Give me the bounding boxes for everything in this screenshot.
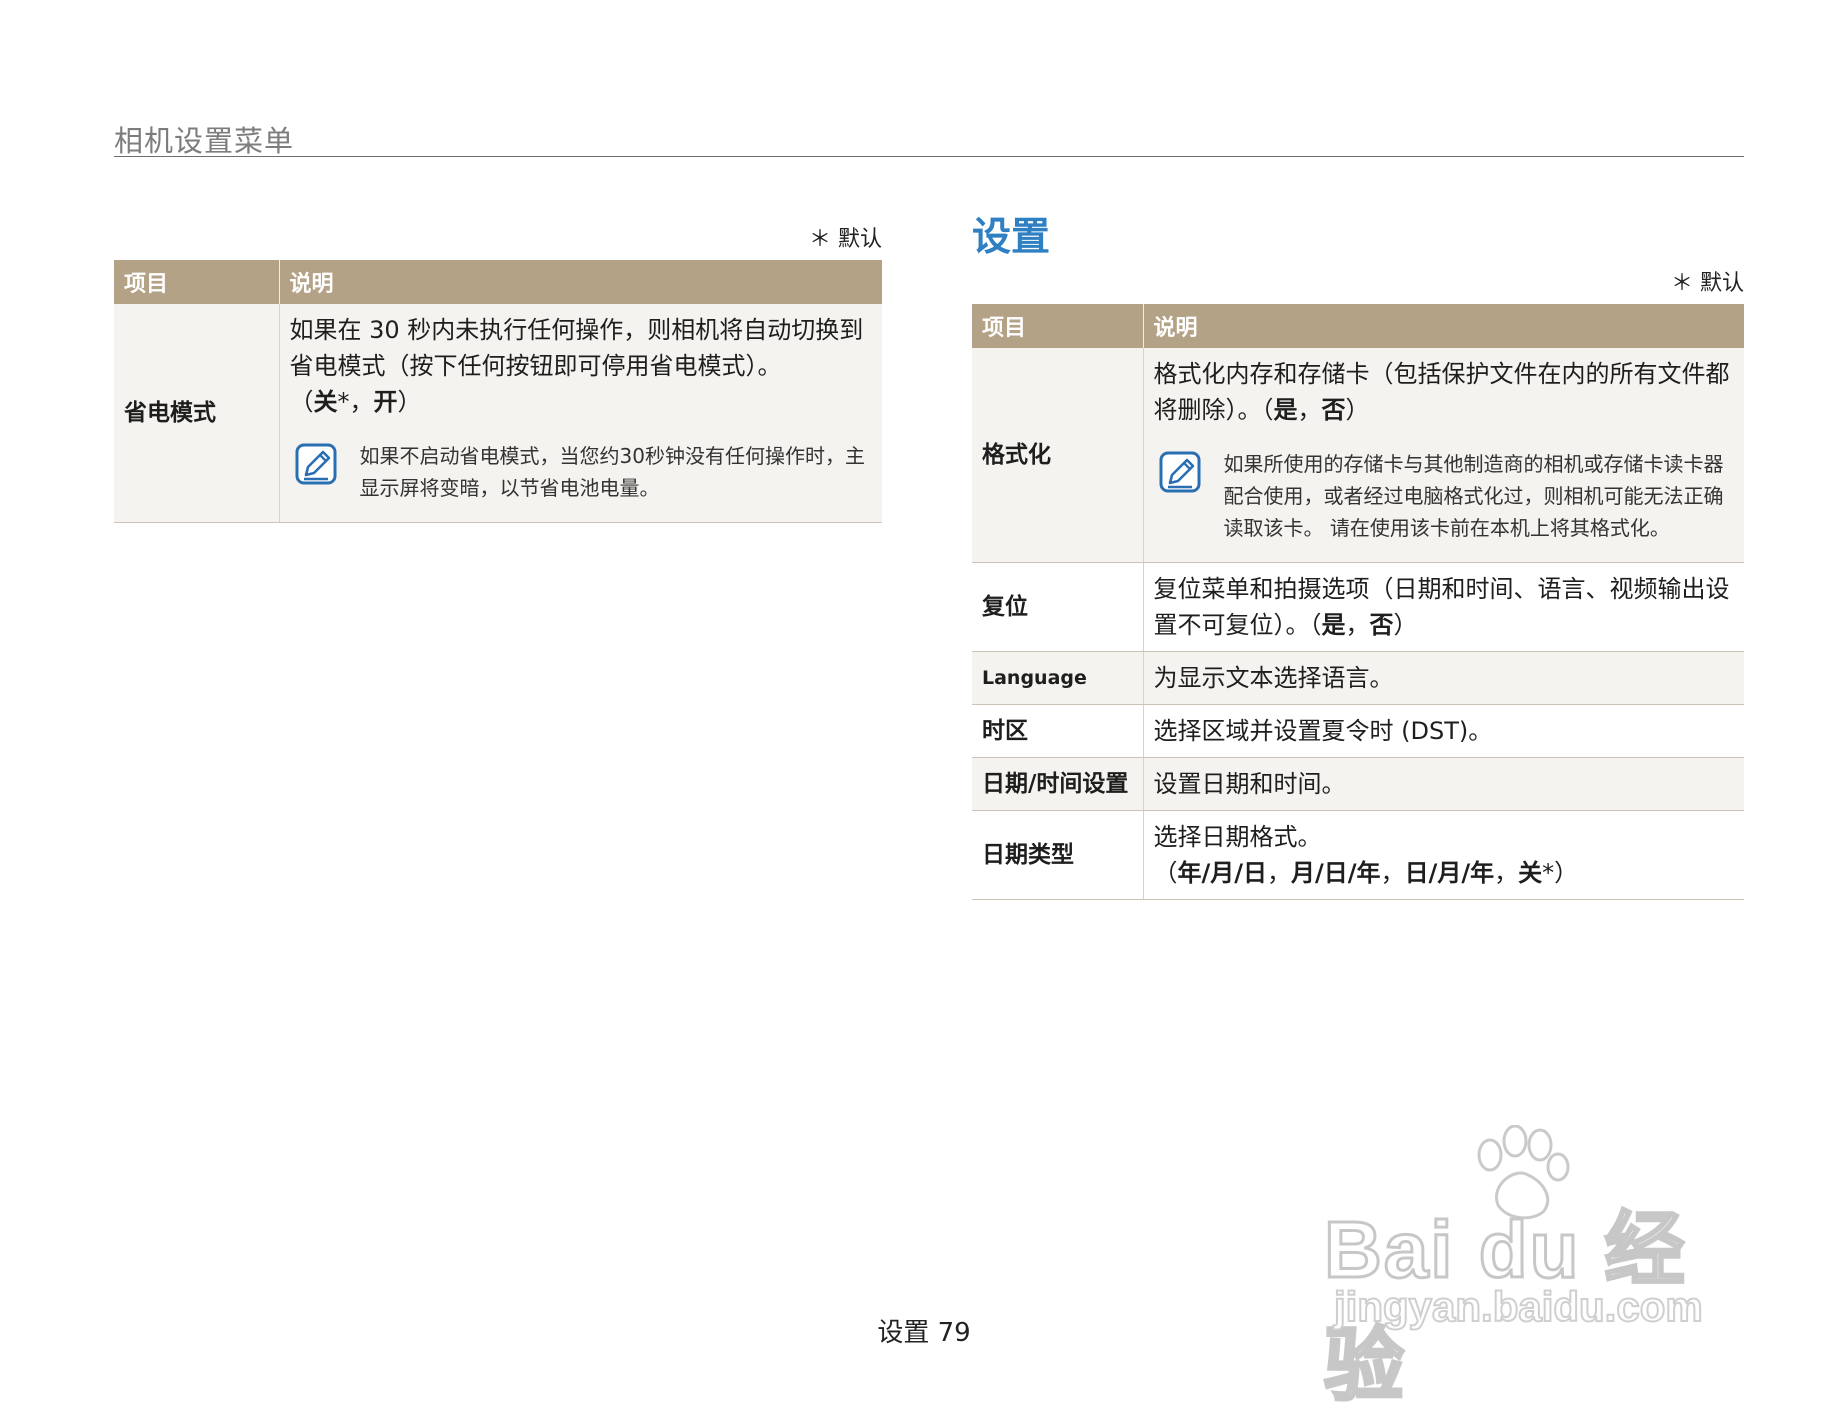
- note-box: 如果所使用的存储卡与其他制造商的相机或存储卡读卡器配合使用，或者经过电脑格式化过…: [1154, 448, 1735, 544]
- row-item-label: 时区: [972, 704, 1144, 758]
- row-item-label: 格式化: [972, 348, 1144, 563]
- option-off: 关: [1518, 859, 1543, 887]
- row-description: 复位菜单和拍摄选项（日期和时间、语言、视频输出设置不可复位）。（是，否）: [1143, 562, 1744, 652]
- page-header-title: 相机设置菜单: [114, 124, 295, 158]
- settings-table-left: 项目 说明 省电模式 如果在 30 秒内未执行任何操作，则相机将自动切换到省电模…: [114, 260, 882, 523]
- default-note: ＊ 默认: [809, 227, 882, 252]
- option-list: （关*，开）: [289, 388, 422, 416]
- section-title: 设置: [972, 215, 1051, 260]
- description-text: 复位菜单和拍摄选项（日期和时间、语言、视频输出设置不可复位）。（: [1153, 575, 1730, 639]
- baidu-watermark: Bai du 经验 jingyan.baidu.com: [1318, 1125, 1748, 1412]
- memo-pen-icon: [1159, 451, 1200, 493]
- column-header-desc: 说明: [279, 260, 882, 304]
- page-header: 相机设置菜单: [114, 112, 1744, 158]
- table-row: 日期/时间设置 设置日期和时间。: [972, 757, 1744, 811]
- row-item-label: Language: [972, 651, 1144, 705]
- page-number: 79: [937, 1318, 971, 1348]
- row-item-label: 日期类型: [972, 810, 1144, 900]
- row-item-label: 省电模式: [114, 304, 280, 523]
- note-text: 如果不启动省电模式，当您约30秒钟没有任何操作时，主显示屏将变暗，以节省电池电量…: [359, 444, 865, 500]
- option-off: 关: [313, 388, 338, 416]
- option-mdy: 月/日/年: [1291, 859, 1381, 887]
- description-text: 格式化内存和存储卡（包括保护文件在内的所有文件都将删除）。（: [1153, 360, 1730, 424]
- option-yes: 是: [1273, 396, 1298, 424]
- row-description: 为显示文本选择语言。: [1143, 651, 1744, 705]
- default-note: ＊ 默认: [1671, 271, 1744, 296]
- column-header-item: 项目: [972, 304, 1144, 348]
- row-item-label: 复位: [972, 562, 1144, 652]
- option-no: 否: [1321, 396, 1346, 424]
- option-no: 否: [1369, 611, 1394, 639]
- settings-table-right: 项目 说明 格式化 格式化内存和存储卡（包括保护文件在内的所有文件都将删除）。（…: [972, 304, 1744, 900]
- table-row: 日期类型 选择日期格式。 （年/月/日，月/日/年，日/月/年，关*）: [972, 810, 1744, 900]
- row-description: 如果在 30 秒内未执行任何操作，则相机将自动切换到省电模式（按下任何按钮即可停…: [279, 304, 882, 523]
- option-yes: 是: [1321, 611, 1346, 639]
- row-item-label: 日期/时间设置: [972, 757, 1144, 811]
- table-row: 时区 选择区域并设置夏令时 (DST)。: [972, 704, 1744, 758]
- option-on: 开: [373, 388, 398, 416]
- table-row: 省电模式 如果在 30 秒内未执行任何操作，则相机将自动切换到省电模式（按下任何…: [114, 304, 882, 523]
- left-column: ＊ 默认 项目 说明 省电模式 如果在 30 秒内未执行任何操作，则相机将自动切…: [114, 220, 882, 523]
- option-ymd: 年/月/日: [1177, 859, 1268, 887]
- row-description: 设置日期和时间。: [1143, 757, 1744, 811]
- column-header-item: 项目: [114, 260, 280, 304]
- row-description: 选择日期格式。 （年/月/日，月/日/年，日/月/年，关*）: [1143, 810, 1744, 900]
- memo-pen-icon: [295, 443, 336, 485]
- row-description: 格式化内存和存储卡（包括保护文件在内的所有文件都将删除）。（是，否） 如果所使用…: [1143, 348, 1744, 563]
- watermark-url: jingyan.baidu.com: [1333, 1282, 1704, 1331]
- footer-section: 设置: [877, 1318, 930, 1348]
- description-text: 如果在 30 秒内未执行任何操作，则相机将自动切换到省电模式（按下任何按钮即可停…: [289, 316, 864, 380]
- note-text: 如果所使用的存储卡与其他制造商的相机或存储卡读卡器配合使用，或者经过电脑格式化过…: [1223, 452, 1724, 540]
- table-row: Language 为显示文本选择语言。: [972, 651, 1744, 705]
- row-description: 选择区域并设置夏令时 (DST)。: [1143, 704, 1744, 758]
- table-row: 复位 复位菜单和拍摄选项（日期和时间、语言、视频输出设置不可复位）。（是，否）: [972, 562, 1744, 652]
- right-column: 设置 ＊ 默认 项目 说明 格式化 格式化内存和存储卡（包括保护文件在内的所有文…: [972, 212, 1744, 900]
- column-header-desc: 说明: [1143, 304, 1744, 348]
- table-row: 格式化 格式化内存和存储卡（包括保护文件在内的所有文件都将删除）。（是，否） 如…: [972, 348, 1744, 563]
- note-box: 如果不启动省电模式，当您约30秒钟没有任何操作时，主显示屏将变暗，以节省电池电量…: [290, 440, 873, 504]
- description-text: 选择日期格式。: [1153, 823, 1322, 851]
- option-list: （年/月/日，月/日/年，日/月/年，关*）: [1153, 859, 1579, 887]
- option-dmy: 日/月/年: [1404, 859, 1495, 887]
